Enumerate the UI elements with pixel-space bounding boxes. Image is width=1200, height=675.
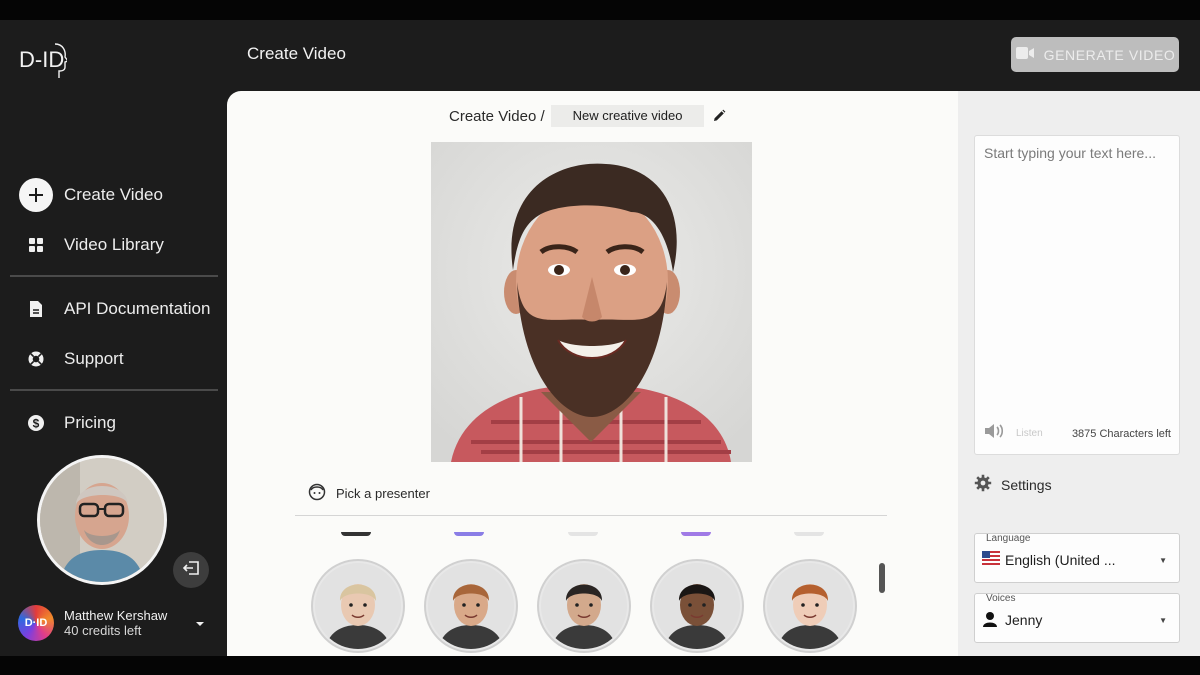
speaker-icon[interactable] bbox=[984, 422, 1008, 445]
presenter-thumb-blonde-woman[interactable] bbox=[313, 561, 403, 651]
plus-icon bbox=[19, 178, 53, 212]
sidebar-item-label: Video Library bbox=[64, 235, 164, 254]
sidebar-item-pricing[interactable]: $ Pricing bbox=[18, 405, 116, 441]
ghost-edge bbox=[568, 532, 598, 536]
characters-left: 3875 Characters left bbox=[1071, 427, 1171, 440]
d-id-logo[interactable]: D-ID bbox=[19, 40, 70, 80]
pick-presenter-label: Pick a presenter bbox=[336, 486, 430, 501]
ghost-edge bbox=[681, 532, 711, 536]
us-flag-icon bbox=[982, 551, 1000, 570]
caret-down-icon: ▼ bbox=[1159, 616, 1167, 625]
selected-presenter-image bbox=[431, 142, 752, 462]
settings-header[interactable]: Settings bbox=[974, 474, 1052, 495]
sidebar-item-label: Create Video bbox=[64, 185, 163, 204]
generate-video-label: GENERATE VIDEO bbox=[1043, 46, 1176, 63]
user-name: Matthew Kershaw bbox=[64, 608, 168, 623]
pencil-icon[interactable] bbox=[712, 109, 726, 123]
sidebar-item-label: Pricing bbox=[64, 413, 116, 432]
gear-icon bbox=[974, 474, 992, 495]
pick-presenter-header[interactable]: Pick a presenter bbox=[308, 483, 430, 504]
sidebar-item-label: API Documentation bbox=[64, 299, 211, 318]
logout-button[interactable] bbox=[173, 552, 209, 588]
grid-icon bbox=[18, 227, 54, 263]
user-info: Matthew Kershaw 40 credits left bbox=[64, 608, 167, 638]
main-canvas: Create Video / New creative video Pick a… bbox=[227, 91, 958, 656]
lifebuoy-icon bbox=[18, 341, 54, 377]
voice-value: Jenny bbox=[1005, 612, 1043, 628]
person-icon bbox=[982, 611, 998, 632]
app-window: D-ID Create Video GENERATE VIDEO Create … bbox=[0, 20, 1200, 656]
language-label: Language bbox=[986, 533, 1031, 544]
sidebar-item-api-documentation[interactable]: API Documentation bbox=[18, 291, 210, 327]
document-icon bbox=[18, 291, 54, 327]
sidebar-item-video-library[interactable]: Video Library bbox=[18, 227, 164, 263]
caret-down-icon bbox=[195, 614, 205, 632]
video-name-field[interactable]: New creative video bbox=[550, 105, 705, 127]
ghost-edge bbox=[454, 532, 484, 536]
script-text-input[interactable]: Start typing your text here... Listen 38… bbox=[974, 135, 1180, 455]
logout-icon bbox=[182, 560, 200, 581]
presenter-thumb-red-beard-man[interactable] bbox=[426, 561, 516, 651]
svg-text:D-ID: D-ID bbox=[19, 47, 64, 72]
generate-video-button[interactable]: GENERATE VIDEO bbox=[1011, 37, 1179, 72]
voices-label: Voices bbox=[986, 593, 1016, 604]
language-select[interactable]: Language English (United ... ▼ bbox=[974, 533, 1180, 583]
video-camera-icon bbox=[1015, 45, 1035, 64]
sidebar-divider bbox=[10, 275, 218, 277]
voice-select[interactable]: Voices Jenny ▼ bbox=[974, 593, 1180, 643]
sidebar-item-label: Support bbox=[64, 349, 124, 368]
script-placeholder: Start typing your text here... bbox=[984, 145, 1156, 161]
presenter-thumb-curly-hair-man[interactable] bbox=[652, 561, 742, 651]
ghost-edge bbox=[341, 532, 371, 536]
d-id-badge-icon: D·ID bbox=[18, 605, 54, 641]
dollar-circle-icon: $ bbox=[18, 405, 54, 441]
sidebar-item-create-video[interactable]: Create Video bbox=[18, 177, 163, 213]
script-settings-panel: Start typing your text here... Listen 38… bbox=[958, 91, 1200, 656]
sidebar-item-support[interactable]: Support bbox=[18, 341, 124, 377]
caret-down-icon: ▼ bbox=[1159, 556, 1167, 565]
sidebar-divider bbox=[10, 389, 218, 391]
face-icon bbox=[308, 483, 326, 504]
settings-title: Settings bbox=[1001, 476, 1052, 493]
user-webcam-avatar bbox=[37, 455, 167, 585]
language-value: English (United ... bbox=[1005, 552, 1116, 568]
presenter-list-scrollbar[interactable] bbox=[879, 563, 885, 593]
breadcrumb: Create Video / New creative video bbox=[449, 105, 726, 127]
svg-text:$: $ bbox=[33, 417, 40, 431]
listen-button[interactable]: Listen bbox=[1016, 428, 1043, 439]
presenter-thumb-suited-man[interactable] bbox=[539, 561, 629, 651]
user-account-menu[interactable]: D·ID Matthew Kershaw 40 credits left bbox=[18, 605, 213, 641]
plus-circle-wrap bbox=[18, 177, 54, 213]
presenter-thumb-red-hair-woman[interactable] bbox=[765, 561, 855, 651]
ghost-edge bbox=[794, 532, 824, 536]
user-credits: 40 credits left bbox=[64, 623, 142, 638]
section-divider bbox=[295, 515, 887, 516]
breadcrumb-root[interactable]: Create Video / bbox=[449, 108, 545, 125]
page-title: Create Video bbox=[247, 44, 346, 63]
script-footer: Listen 3875 Characters left bbox=[984, 422, 1171, 445]
